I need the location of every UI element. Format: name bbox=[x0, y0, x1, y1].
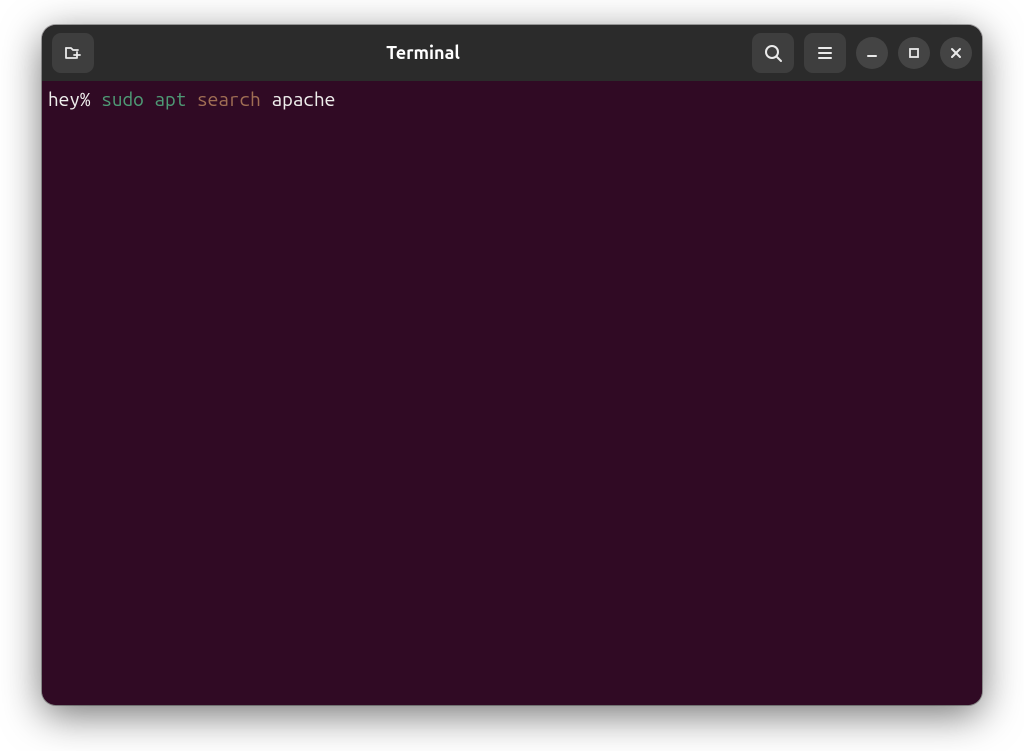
close-icon bbox=[948, 45, 964, 61]
command-sudo: sudo bbox=[101, 88, 144, 110]
search-button[interactable] bbox=[752, 33, 794, 73]
titlebar: Terminal bbox=[42, 25, 982, 81]
maximize-icon bbox=[906, 45, 922, 61]
shell-prompt: hey% bbox=[48, 88, 91, 110]
maximize-button[interactable] bbox=[898, 37, 930, 69]
titlebar-left bbox=[52, 33, 94, 73]
titlebar-right bbox=[752, 33, 972, 73]
search-icon bbox=[763, 43, 783, 63]
menu-button[interactable] bbox=[804, 33, 846, 73]
minimize-icon bbox=[864, 45, 880, 61]
new-tab-button[interactable] bbox=[52, 33, 94, 73]
close-button[interactable] bbox=[940, 37, 972, 69]
command-search: search bbox=[197, 88, 261, 110]
minimize-button[interactable] bbox=[856, 37, 888, 69]
terminal-window: Terminal bbox=[42, 25, 982, 705]
window-title: Terminal bbox=[102, 43, 744, 63]
command-apt: apt bbox=[154, 88, 186, 110]
new-tab-icon bbox=[63, 43, 83, 63]
command-argument: apache bbox=[271, 88, 335, 110]
terminal-body[interactable]: hey% sudo apt search apache bbox=[42, 81, 982, 705]
terminal-line: hey% sudo apt search apache bbox=[48, 87, 976, 113]
hamburger-icon bbox=[815, 43, 835, 63]
